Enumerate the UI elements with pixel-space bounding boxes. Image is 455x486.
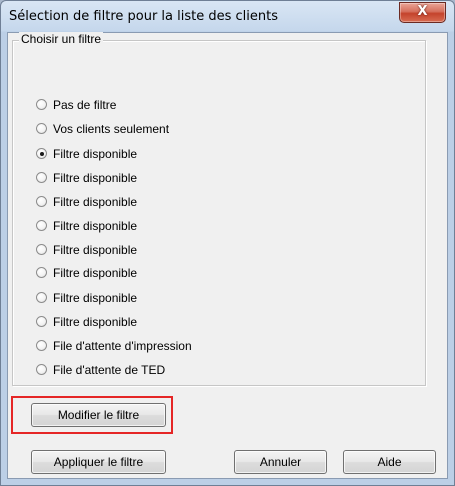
filter-group-title: Choisir un filtre <box>19 32 104 46</box>
filter-groupbox <box>12 40 426 386</box>
radio-label: Filtre disponible <box>53 243 138 257</box>
radio-label: Filtre disponible <box>53 171 138 185</box>
radio-button[interactable] <box>36 123 47 134</box>
radio-button[interactable] <box>36 364 47 375</box>
radio-label: Vos clients seulement <box>53 122 170 136</box>
radio-label: File d'attente d'impression <box>53 339 192 353</box>
close-icon: X <box>417 4 428 19</box>
radio-button[interactable] <box>36 220 47 231</box>
radio-button[interactable] <box>36 172 47 183</box>
radio-button[interactable] <box>36 292 47 303</box>
radio-label: Pas de filtre <box>53 98 117 112</box>
radio-button[interactable] <box>36 340 47 351</box>
radio-label: Filtre disponible <box>53 291 138 305</box>
radio-button[interactable] <box>36 196 47 207</box>
radio-button[interactable] <box>36 99 47 110</box>
radio-label: Filtre disponible <box>53 219 138 233</box>
window-title: Sélection de filtre pour la liste des cl… <box>9 9 279 24</box>
radio-label: Filtre disponible <box>53 195 138 209</box>
radio-button[interactable] <box>36 316 47 327</box>
help-button[interactable]: Aide <box>343 450 436 474</box>
radio-button[interactable] <box>36 244 47 255</box>
title-bar: Sélection de filtre pour la liste des cl… <box>1 1 454 33</box>
radio-label: Filtre disponible <box>53 147 138 161</box>
cancel-button[interactable]: Annuler <box>234 450 327 474</box>
radio-label: Filtre disponible <box>53 266 138 280</box>
radio-button[interactable] <box>36 267 47 278</box>
radio-label: File d'attente de TED <box>53 363 166 377</box>
modify-filter-button[interactable]: Modifier le filtre <box>31 403 166 427</box>
radio-label: Filtre disponible <box>53 315 138 329</box>
close-button[interactable]: X <box>399 2 446 23</box>
radio-selected-dot <box>39 151 44 156</box>
apply-filter-button[interactable]: Appliquer le filtre <box>31 450 166 474</box>
radio-button-selected[interactable] <box>36 148 47 159</box>
